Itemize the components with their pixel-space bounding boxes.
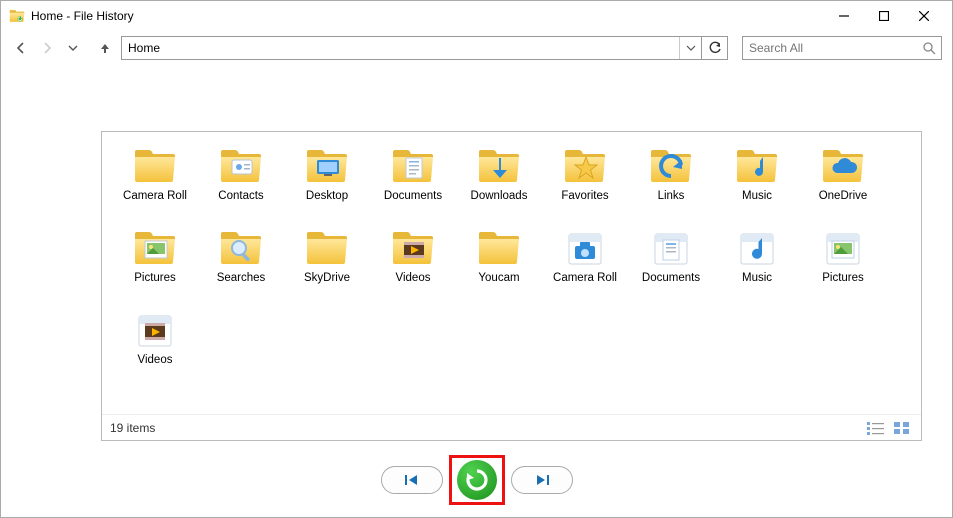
back-button[interactable] — [11, 38, 31, 58]
grid-item-label: Pictures — [134, 272, 176, 284]
folder-down-icon — [477, 144, 521, 188]
lib-music-icon — [735, 226, 779, 270]
lib-video-icon — [133, 308, 177, 352]
grid-item[interactable]: Contacts — [198, 144, 284, 226]
grid-item[interactable]: Downloads — [456, 144, 542, 226]
grid-item-label: Documents — [384, 190, 442, 202]
grid-item-label: Camera Roll — [123, 190, 187, 202]
grid-item[interactable]: Documents — [628, 226, 714, 308]
lib-docs-icon — [649, 226, 693, 270]
grid-item-label: Contacts — [218, 190, 263, 202]
grid-item[interactable]: Desktop — [284, 144, 370, 226]
grid-item-label: Videos — [396, 272, 431, 284]
app-icon — [9, 8, 25, 24]
folder-icon — [133, 144, 177, 188]
search-input[interactable] — [743, 41, 917, 55]
grid-item[interactable]: Documents — [370, 144, 456, 226]
grid-item-label: Favorites — [561, 190, 608, 202]
grid-item[interactable]: OneDrive — [800, 144, 886, 226]
folder-icon — [477, 226, 521, 270]
grid-item[interactable]: SkyDrive — [284, 226, 370, 308]
restore-button[interactable] — [457, 460, 497, 500]
grid-item-label: Pictures — [822, 272, 864, 284]
grid-item-label: Links — [658, 190, 685, 202]
grid-item-label: Youcam — [478, 272, 519, 284]
refresh-button[interactable] — [701, 37, 727, 59]
search-icon — [917, 42, 941, 55]
lib-camera-icon — [563, 226, 607, 270]
grid-item[interactable]: Videos — [112, 308, 198, 390]
up-button[interactable] — [95, 38, 115, 58]
grid-item[interactable]: Music — [714, 144, 800, 226]
maximize-button[interactable] — [864, 2, 904, 30]
grid-item[interactable]: Favorites — [542, 144, 628, 226]
address-input[interactable] — [122, 37, 679, 59]
folder-desktop-icon — [305, 144, 349, 188]
grid-item[interactable]: Searches — [198, 226, 284, 308]
item-count: 19 items — [110, 421, 155, 435]
status-bar: 19 items — [102, 414, 921, 440]
lib-pic-icon — [821, 226, 865, 270]
next-version-button[interactable] — [511, 466, 573, 494]
recent-locations-button[interactable] — [63, 38, 83, 58]
folder-docs-icon — [391, 144, 435, 188]
grid-item-label: Desktop — [306, 190, 348, 202]
folder-icon — [305, 226, 349, 270]
forward-button[interactable] — [37, 38, 57, 58]
folder-links-icon — [649, 144, 693, 188]
large-icons-view-button[interactable] — [891, 419, 913, 437]
history-controls — [1, 455, 952, 505]
folder-cloud-icon — [821, 144, 865, 188]
folder-music-icon — [735, 144, 779, 188]
grid-item-label: Documents — [642, 272, 700, 284]
address-dropdown-button[interactable] — [679, 37, 701, 59]
grid-item[interactable]: Videos — [370, 226, 456, 308]
grid-item[interactable]: Links — [628, 144, 714, 226]
grid-item[interactable]: Youcam — [456, 226, 542, 308]
folder-fav-icon — [563, 144, 607, 188]
search-box[interactable] — [742, 36, 942, 60]
details-view-button[interactable] — [865, 419, 887, 437]
grid-item-label: SkyDrive — [304, 272, 350, 284]
close-button[interactable] — [904, 2, 944, 30]
items-grid: Camera Roll Contacts Desktop Documents Downl… — [112, 144, 911, 406]
grid-item-label: Videos — [138, 354, 173, 366]
address-bar[interactable] — [121, 36, 728, 60]
folder-pic-icon — [133, 226, 177, 270]
grid-item-label: Searches — [217, 272, 266, 284]
content-panel: Camera Roll Contacts Desktop Documents Downl… — [101, 131, 922, 441]
window-title: Home - File History — [31, 9, 134, 23]
restore-highlight — [449, 455, 505, 505]
folder-search-icon — [219, 226, 263, 270]
grid-item[interactable]: Camera Roll — [112, 144, 198, 226]
grid-item[interactable]: Pictures — [112, 226, 198, 308]
previous-version-button[interactable] — [381, 466, 443, 494]
grid-item-label: Downloads — [471, 190, 528, 202]
grid-item[interactable]: Pictures — [800, 226, 886, 308]
minimize-button[interactable] — [824, 2, 864, 30]
grid-item-label: OneDrive — [819, 190, 868, 202]
grid-item-label: Camera Roll — [553, 272, 617, 284]
folder-video-icon — [391, 226, 435, 270]
nav-bar — [1, 31, 952, 65]
folder-contacts-icon — [219, 144, 263, 188]
grid-item-label: Music — [742, 190, 772, 202]
grid-item[interactable]: Music — [714, 226, 800, 308]
grid-item-label: Music — [742, 272, 772, 284]
title-bar: Home - File History — [1, 1, 952, 31]
grid-item[interactable]: Camera Roll — [542, 226, 628, 308]
